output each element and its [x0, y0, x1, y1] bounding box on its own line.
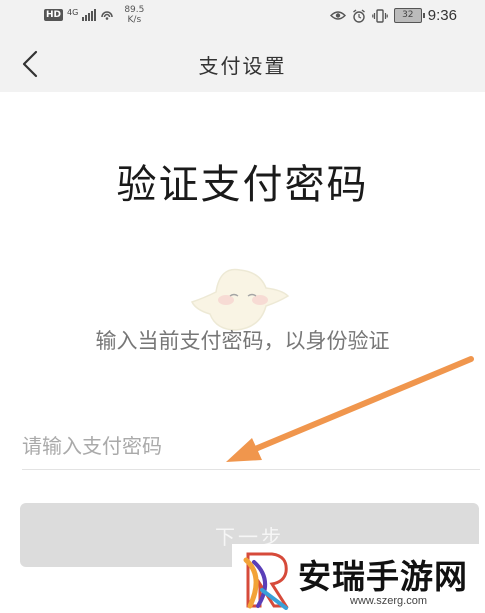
network-type: 4G — [67, 8, 79, 17]
site-logo-icon — [243, 552, 289, 610]
status-bar: HD 4G 89.5 K/s 32 9:36 — [0, 0, 485, 34]
main-heading: 验证支付密码 — [116, 162, 369, 208]
hotspot-icon — [101, 11, 114, 20]
alarm-clock-icon — [352, 8, 365, 23]
status-bar-left: HD 4G 89.5 K/s — [44, 5, 144, 25]
status-bar-right: 32 9:36 — [329, 7, 457, 24]
battery-icon: 32 — [393, 8, 425, 23]
site-url: www.szerg.com — [350, 595, 428, 607]
payment-password-input[interactable] — [22, 422, 480, 470]
page-title: 支付设置 — [198, 54, 287, 78]
site-watermark: 安瑞手游网 www.szerg.com — [232, 544, 485, 613]
status-time: 9:36 — [427, 7, 457, 24]
network-speed-unit: K/s — [127, 15, 142, 25]
nav-bar: 支付设置 — [0, 34, 485, 92]
network-speed: 89.5 K/s — [124, 5, 144, 25]
vibrate-icon — [371, 8, 388, 23]
site-name: 安瑞手游网 — [298, 557, 468, 596]
instruction-text: 输入当前支付密码，以身份验证 — [95, 329, 390, 353]
network-speed-value: 89.5 — [124, 5, 145, 15]
eye-icon — [329, 11, 346, 20]
hd-badge: HD — [44, 9, 64, 21]
signal-strength-icon — [82, 9, 97, 21]
